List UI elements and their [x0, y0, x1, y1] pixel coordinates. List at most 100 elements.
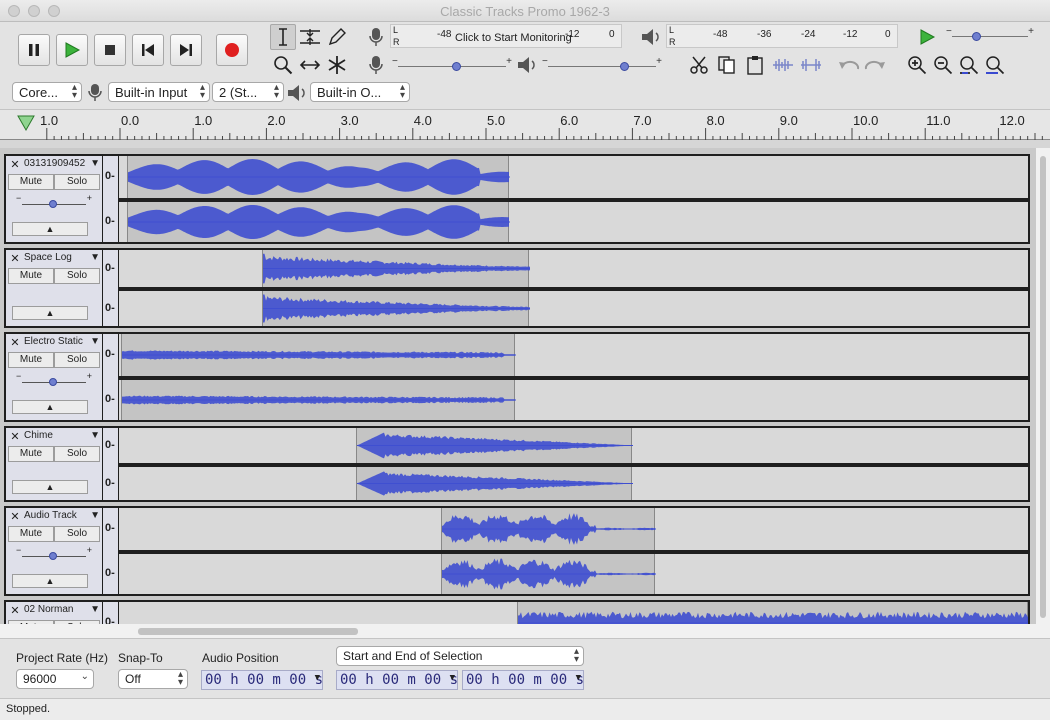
track-name-menu[interactable]: Electro Static ▼: [24, 336, 100, 350]
audio-track[interactable]: ✕ 03131909452 ▼ Mute Solo − + ▲ 0- 0-: [4, 154, 1030, 244]
pan-slider[interactable]: − +: [16, 545, 92, 564]
audio-clip[interactable]: [127, 156, 510, 198]
audio-clip[interactable]: [441, 554, 656, 594]
audio-track[interactable]: ✕ Electro Static ▼ Mute Solo − + ▲ 0- 0-: [4, 332, 1030, 422]
solo-button[interactable]: Solo: [54, 268, 100, 284]
stop-button[interactable]: [94, 34, 126, 66]
right-channel-waveform[interactable]: [119, 380, 1028, 420]
fit-selection-button[interactable]: [956, 52, 982, 78]
audio-track[interactable]: ✕ Chime ▼ Mute Solo ▲ 0- 0-: [4, 426, 1030, 502]
close-track-button[interactable]: ✕: [8, 604, 22, 618]
audio-clip[interactable]: [517, 602, 1028, 624]
zoom-in-button[interactable]: [904, 52, 930, 78]
left-channel-waveform[interactable]: [119, 428, 1028, 463]
playback-meter[interactable]: L R -48 -36 -24 -12 0: [666, 24, 898, 48]
skip-to-end-button[interactable]: [170, 34, 202, 66]
recording-volume-slider[interactable]: − +: [390, 56, 514, 74]
redo-button[interactable]: [862, 52, 888, 78]
audio-track[interactable]: ✕ 02 Norman▼ Mute Solo −+ ▲ 0-0-: [4, 600, 1030, 624]
cut-button[interactable]: [686, 52, 712, 78]
close-track-button[interactable]: ✕: [8, 336, 22, 350]
audio-clip[interactable]: [356, 428, 633, 463]
audio-host-select[interactable]: Core... ▴ ▾: [12, 82, 82, 102]
playback-volume-slider[interactable]: − +: [540, 56, 664, 74]
track-panel[interactable]: ✕ 03131909452 ▼ Mute Solo − + ▲ 0- 0- ✕ Spa…: [0, 148, 1036, 624]
track-control-panel[interactable]: ✕ 03131909452 ▼ Mute Solo − + ▲: [6, 156, 102, 242]
vertical-scrollbar[interactable]: [1036, 148, 1050, 624]
audio-clip[interactable]: [262, 291, 530, 326]
right-channel-waveform[interactable]: [119, 554, 1028, 594]
close-track-button[interactable]: ✕: [8, 430, 22, 444]
mute-button[interactable]: Mute: [8, 446, 54, 462]
solo-button[interactable]: Solo: [54, 352, 100, 368]
audio-track[interactable]: ✕ Space Log ▼ Mute Solo ▲ 0- 0-: [4, 248, 1030, 328]
left-channel-waveform[interactable]: [119, 250, 1028, 287]
track-control-panel[interactable]: ✕ Chime ▼ Mute Solo ▲: [6, 428, 102, 500]
mute-button[interactable]: Mute: [8, 174, 54, 190]
input-channels-select[interactable]: 2 (St... ▴ ▾: [212, 82, 284, 102]
skip-to-start-button[interactable]: [132, 34, 164, 66]
solo-button[interactable]: Solo: [54, 174, 100, 190]
audio-position-field[interactable]: 00 h 00 m 00 s ▼: [201, 670, 323, 690]
track-name-menu[interactable]: 03131909452 ▼: [24, 158, 100, 172]
paste-button[interactable]: [742, 52, 768, 78]
fit-project-button[interactable]: [982, 52, 1008, 78]
selection-start-field[interactable]: 00 h 00 m 00 s ▼: [336, 670, 458, 690]
close-track-button[interactable]: ✕: [8, 510, 22, 524]
close-track-button[interactable]: ✕: [8, 158, 22, 172]
audio-clip[interactable]: [441, 508, 656, 550]
trim-button[interactable]: [770, 52, 796, 78]
audio-clip[interactable]: [121, 334, 516, 376]
collapse-track-button[interactable]: ▲: [12, 306, 88, 320]
draw-tool[interactable]: [324, 24, 350, 50]
snap-to-select[interactable]: Off ▴ ▾: [118, 669, 188, 689]
audio-clip[interactable]: [356, 467, 633, 500]
audio-track[interactable]: ✕ Audio Track ▼ Mute Solo − + ▲ 0- 0-: [4, 506, 1030, 596]
track-name-menu[interactable]: Audio Track ▼: [24, 510, 100, 524]
collapse-track-button[interactable]: ▲: [12, 400, 88, 414]
solo-button[interactable]: Solo: [54, 526, 100, 542]
record-button[interactable]: [216, 34, 248, 66]
play-button[interactable]: [56, 34, 88, 66]
project-rate-select[interactable]: 96000 ⌄: [16, 669, 94, 689]
audio-clip[interactable]: [262, 250, 530, 287]
record-meter[interactable]: L R -48 Click to Start Monitoring -12 0: [390, 24, 622, 48]
time-shift-tool[interactable]: [297, 52, 323, 78]
collapse-track-button[interactable]: ▲: [12, 480, 88, 494]
pan-slider[interactable]: − +: [16, 193, 92, 212]
track-control-panel[interactable]: ✕ Electro Static ▼ Mute Solo − + ▲: [6, 334, 102, 420]
copy-button[interactable]: [714, 52, 740, 78]
play-at-speed-button[interactable]: [914, 24, 940, 50]
left-channel-waveform[interactable]: [119, 602, 1028, 624]
pan-slider[interactable]: − +: [16, 371, 92, 390]
track-control-panel[interactable]: ✕ Audio Track ▼ Mute Solo − + ▲: [6, 508, 102, 594]
horizontal-scroll-thumb[interactable]: [138, 628, 358, 635]
silence-button[interactable]: [798, 52, 824, 78]
close-track-button[interactable]: ✕: [8, 252, 22, 266]
solo-button[interactable]: Solo: [54, 446, 100, 462]
selection-mode-select[interactable]: Start and End of Selection ▴ ▾: [336, 646, 584, 666]
left-channel-waveform[interactable]: [119, 156, 1028, 198]
timeline-ruler[interactable]: 1.0 0.0 1.0 2.0 3.0 4.0 5.0 6.0 7.0 8.0 9.0 10.0 11.…: [0, 110, 1050, 140]
track-name-menu[interactable]: Chime ▼: [24, 430, 100, 444]
track-name-menu[interactable]: Space Log ▼: [24, 252, 100, 266]
pause-button[interactable]: [18, 34, 50, 66]
right-channel-waveform[interactable]: [119, 202, 1028, 242]
track-name-menu[interactable]: 02 Norman ▼: [24, 604, 100, 618]
play-head-triangle-icon[interactable]: [16, 114, 36, 132]
left-channel-waveform[interactable]: [119, 334, 1028, 376]
play-speed-slider[interactable]: − +: [944, 26, 1036, 44]
track-control-panel[interactable]: ✕ 02 Norman▼ Mute Solo −+ ▲: [6, 602, 102, 624]
output-device-select[interactable]: Built-in O... ▴ ▾: [310, 82, 410, 102]
selection-end-field[interactable]: 00 h 00 m 00 s ▼: [462, 670, 584, 690]
left-channel-waveform[interactable]: [119, 508, 1028, 550]
audio-clip[interactable]: [121, 380, 516, 420]
horizontal-scrollbar[interactable]: [0, 624, 1050, 638]
collapse-track-button[interactable]: ▲: [12, 574, 88, 588]
undo-button[interactable]: [836, 52, 862, 78]
multi-tool[interactable]: [324, 52, 350, 78]
audio-clip[interactable]: [127, 202, 510, 242]
vertical-scroll-thumb[interactable]: [1040, 156, 1046, 618]
input-device-select[interactable]: Built-in Input ▴ ▾: [108, 82, 210, 102]
mute-button[interactable]: Mute: [8, 352, 54, 368]
